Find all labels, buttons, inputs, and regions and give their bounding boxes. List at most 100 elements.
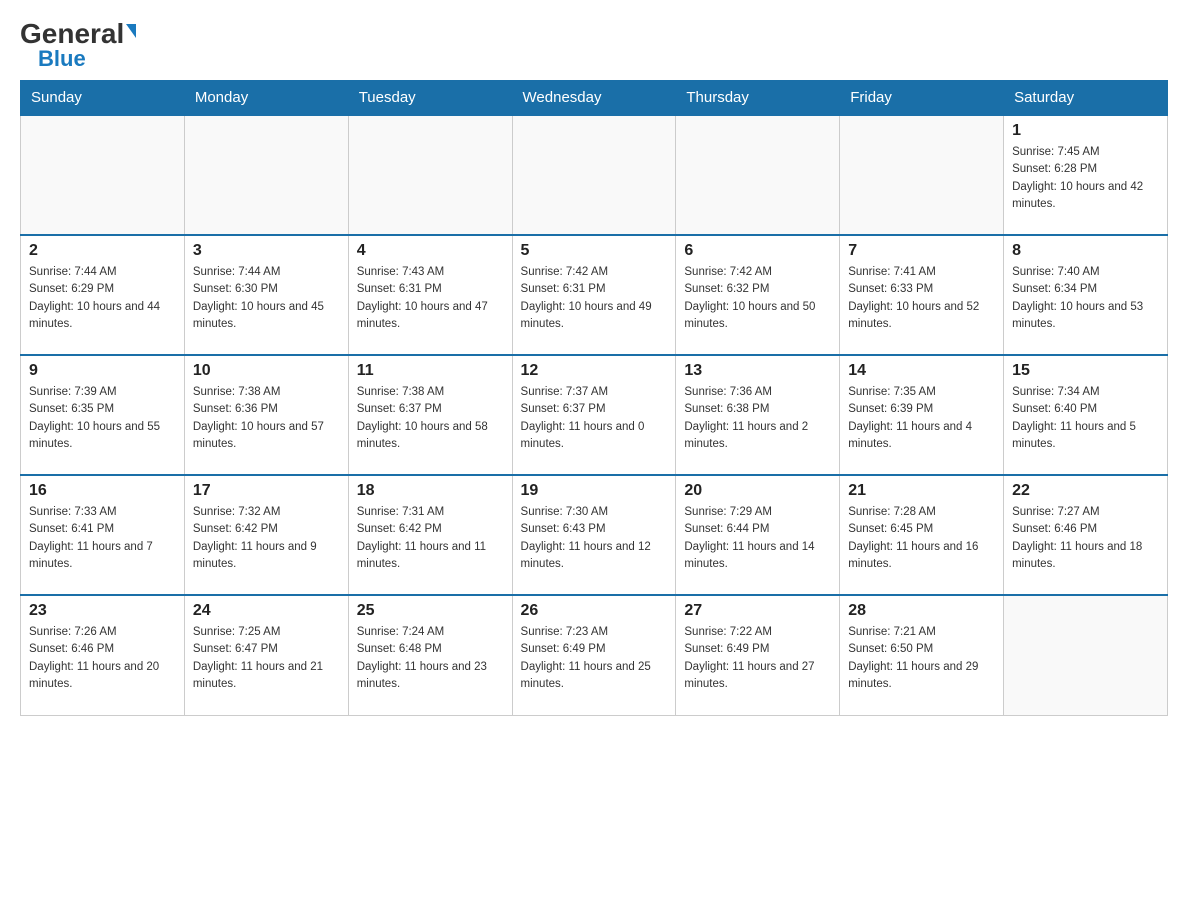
calendar-cell: 14 Sunrise: 7:35 AMSunset: 6:39 PMDayligh… [840, 355, 1004, 475]
day-number: 9 [29, 362, 176, 380]
calendar-cell [512, 115, 676, 235]
day-info: Sunrise: 7:21 AMSunset: 6:50 PMDaylight:… [848, 624, 995, 693]
day-number: 22 [1012, 482, 1159, 500]
calendar-cell: 20 Sunrise: 7:29 AMSunset: 6:44 PMDayligh… [676, 475, 840, 595]
day-info: Sunrise: 7:31 AMSunset: 6:42 PMDaylight:… [357, 504, 504, 573]
day-number: 27 [684, 602, 831, 620]
day-number: 13 [684, 362, 831, 380]
day-number: 8 [1012, 242, 1159, 260]
weekday-header-wednesday: Wednesday [512, 81, 676, 116]
day-info: Sunrise: 7:22 AMSunset: 6:49 PMDaylight:… [684, 624, 831, 693]
weekday-header-sunday: Sunday [21, 81, 185, 116]
calendar-cell: 12 Sunrise: 7:37 AMSunset: 6:37 PMDayligh… [512, 355, 676, 475]
calendar-cell: 10 Sunrise: 7:38 AMSunset: 6:36 PMDayligh… [184, 355, 348, 475]
day-number: 5 [521, 242, 668, 260]
day-number: 10 [193, 362, 340, 380]
calendar-cell: 9Sunrise: 7:39 AMSunset: 6:35 PMDaylight… [21, 355, 185, 475]
week-row-1: 1 Sunrise: 7:45 AMSunset: 6:28 PMDaylight… [21, 115, 1168, 235]
day-info: Sunrise: 7:38 AMSunset: 6:36 PMDaylight:… [193, 384, 340, 453]
calendar-cell [840, 115, 1004, 235]
day-info: Sunrise: 7:40 AMSunset: 6:34 PMDaylight:… [1012, 264, 1159, 333]
day-number: 15 [1012, 362, 1159, 380]
calendar-cell: 17 Sunrise: 7:32 AMSunset: 6:42 PMDayligh… [184, 475, 348, 595]
weekday-header-tuesday: Tuesday [348, 81, 512, 116]
day-info: Sunrise: 7:29 AMSunset: 6:44 PMDaylight:… [684, 504, 831, 573]
day-info: Sunrise: 7:34 AMSunset: 6:40 PMDaylight:… [1012, 384, 1159, 453]
day-info: Sunrise: 7:23 AMSunset: 6:49 PMDaylight:… [521, 624, 668, 693]
day-number: 7 [848, 242, 995, 260]
calendar-cell [21, 115, 185, 235]
calendar-cell: 13 Sunrise: 7:36 AMSunset: 6:38 PMDayligh… [676, 355, 840, 475]
week-row-2: 2 Sunrise: 7:44 AMSunset: 6:29 PMDaylight… [21, 235, 1168, 355]
calendar-cell: 3 Sunrise: 7:44 AMSunset: 6:30 PMDaylight… [184, 235, 348, 355]
calendar-cell: 18 Sunrise: 7:31 AMSunset: 6:42 PMDayligh… [348, 475, 512, 595]
day-number: 19 [521, 482, 668, 500]
day-info: Sunrise: 7:36 AMSunset: 6:38 PMDaylight:… [684, 384, 831, 453]
calendar-cell: 27 Sunrise: 7:22 AMSunset: 6:49 PMDayligh… [676, 595, 840, 715]
day-number: 4 [357, 242, 504, 260]
week-row-4: 16Sunrise: 7:33 AMSunset: 6:41 PMDayligh… [21, 475, 1168, 595]
day-number: 17 [193, 482, 340, 500]
weekday-header-thursday: Thursday [676, 81, 840, 116]
calendar-cell: 8 Sunrise: 7:40 AMSunset: 6:34 PMDaylight… [1004, 235, 1168, 355]
day-number: 20 [684, 482, 831, 500]
day-number: 3 [193, 242, 340, 260]
day-info: Sunrise: 7:26 AMSunset: 6:46 PMDaylight:… [29, 624, 176, 693]
logo-general-text: General [20, 20, 124, 48]
day-info: Sunrise: 7:28 AMSunset: 6:45 PMDaylight:… [848, 504, 995, 573]
calendar-cell: 25 Sunrise: 7:24 AMSunset: 6:48 PMDayligh… [348, 595, 512, 715]
day-number: 24 [193, 602, 340, 620]
day-number: 21 [848, 482, 995, 500]
day-number: 12 [521, 362, 668, 380]
day-number: 11 [357, 362, 504, 380]
calendar-cell: 22 Sunrise: 7:27 AMSunset: 6:46 PMDayligh… [1004, 475, 1168, 595]
day-info: Sunrise: 7:42 AMSunset: 6:31 PMDaylight:… [521, 264, 668, 333]
weekday-header-row: SundayMondayTuesdayWednesdayThursdayFrid… [21, 81, 1168, 116]
week-row-3: 9Sunrise: 7:39 AMSunset: 6:35 PMDaylight… [21, 355, 1168, 475]
day-info: Sunrise: 7:27 AMSunset: 6:46 PMDaylight:… [1012, 504, 1159, 573]
calendar-cell: 19 Sunrise: 7:30 AMSunset: 6:43 PMDayligh… [512, 475, 676, 595]
day-info: Sunrise: 7:44 AMSunset: 6:29 PMDaylight:… [29, 264, 176, 333]
day-info: Sunrise: 7:25 AMSunset: 6:47 PMDaylight:… [193, 624, 340, 693]
day-info: Sunrise: 7:24 AMSunset: 6:48 PMDaylight:… [357, 624, 504, 693]
day-info: Sunrise: 7:30 AMSunset: 6:43 PMDaylight:… [521, 504, 668, 573]
day-number: 6 [684, 242, 831, 260]
day-number: 16 [29, 482, 176, 500]
day-number: 28 [848, 602, 995, 620]
day-info: Sunrise: 7:41 AMSunset: 6:33 PMDaylight:… [848, 264, 995, 333]
calendar-cell: 23 Sunrise: 7:26 AMSunset: 6:46 PMDayligh… [21, 595, 185, 715]
day-info: Sunrise: 7:38 AMSunset: 6:37 PMDaylight:… [357, 384, 504, 453]
day-number: 14 [848, 362, 995, 380]
day-number: 2 [29, 242, 176, 260]
calendar-cell: 24 Sunrise: 7:25 AMSunset: 6:47 PMDayligh… [184, 595, 348, 715]
calendar-cell: 4 Sunrise: 7:43 AMSunset: 6:31 PMDaylight… [348, 235, 512, 355]
weekday-header-friday: Friday [840, 81, 1004, 116]
day-number: 23 [29, 602, 176, 620]
day-number: 18 [357, 482, 504, 500]
day-number: 26 [521, 602, 668, 620]
weekday-header-saturday: Saturday [1004, 81, 1168, 116]
calendar-cell [348, 115, 512, 235]
logo-triangle-icon [126, 24, 136, 38]
day-info: Sunrise: 7:32 AMSunset: 6:42 PMDaylight:… [193, 504, 340, 573]
calendar-cell: 11 Sunrise: 7:38 AMSunset: 6:37 PMDayligh… [348, 355, 512, 475]
calendar-cell [1004, 595, 1168, 715]
calendar-cell [184, 115, 348, 235]
weekday-header-monday: Monday [184, 81, 348, 116]
day-info: Sunrise: 7:42 AMSunset: 6:32 PMDaylight:… [684, 264, 831, 333]
calendar-cell: 28 Sunrise: 7:21 AMSunset: 6:50 PMDayligh… [840, 595, 1004, 715]
day-info: Sunrise: 7:35 AMSunset: 6:39 PMDaylight:… [848, 384, 995, 453]
calendar-table: SundayMondayTuesdayWednesdayThursdayFrid… [20, 80, 1168, 716]
day-number: 1 [1012, 122, 1159, 140]
day-number: 25 [357, 602, 504, 620]
calendar-cell: 5 Sunrise: 7:42 AMSunset: 6:31 PMDaylight… [512, 235, 676, 355]
calendar-cell: 6 Sunrise: 7:42 AMSunset: 6:32 PMDaylight… [676, 235, 840, 355]
day-info: Sunrise: 7:37 AMSunset: 6:37 PMDaylight:… [521, 384, 668, 453]
day-info: Sunrise: 7:43 AMSunset: 6:31 PMDaylight:… [357, 264, 504, 333]
logo-blue-text: Blue [38, 48, 86, 70]
calendar-cell: 7 Sunrise: 7:41 AMSunset: 6:33 PMDaylight… [840, 235, 1004, 355]
day-info: Sunrise: 7:45 AMSunset: 6:28 PMDaylight:… [1012, 144, 1159, 213]
calendar-cell: 1 Sunrise: 7:45 AMSunset: 6:28 PMDaylight… [1004, 115, 1168, 235]
calendar-cell: 15 Sunrise: 7:34 AMSunset: 6:40 PMDayligh… [1004, 355, 1168, 475]
day-info: Sunrise: 7:44 AMSunset: 6:30 PMDaylight:… [193, 264, 340, 333]
